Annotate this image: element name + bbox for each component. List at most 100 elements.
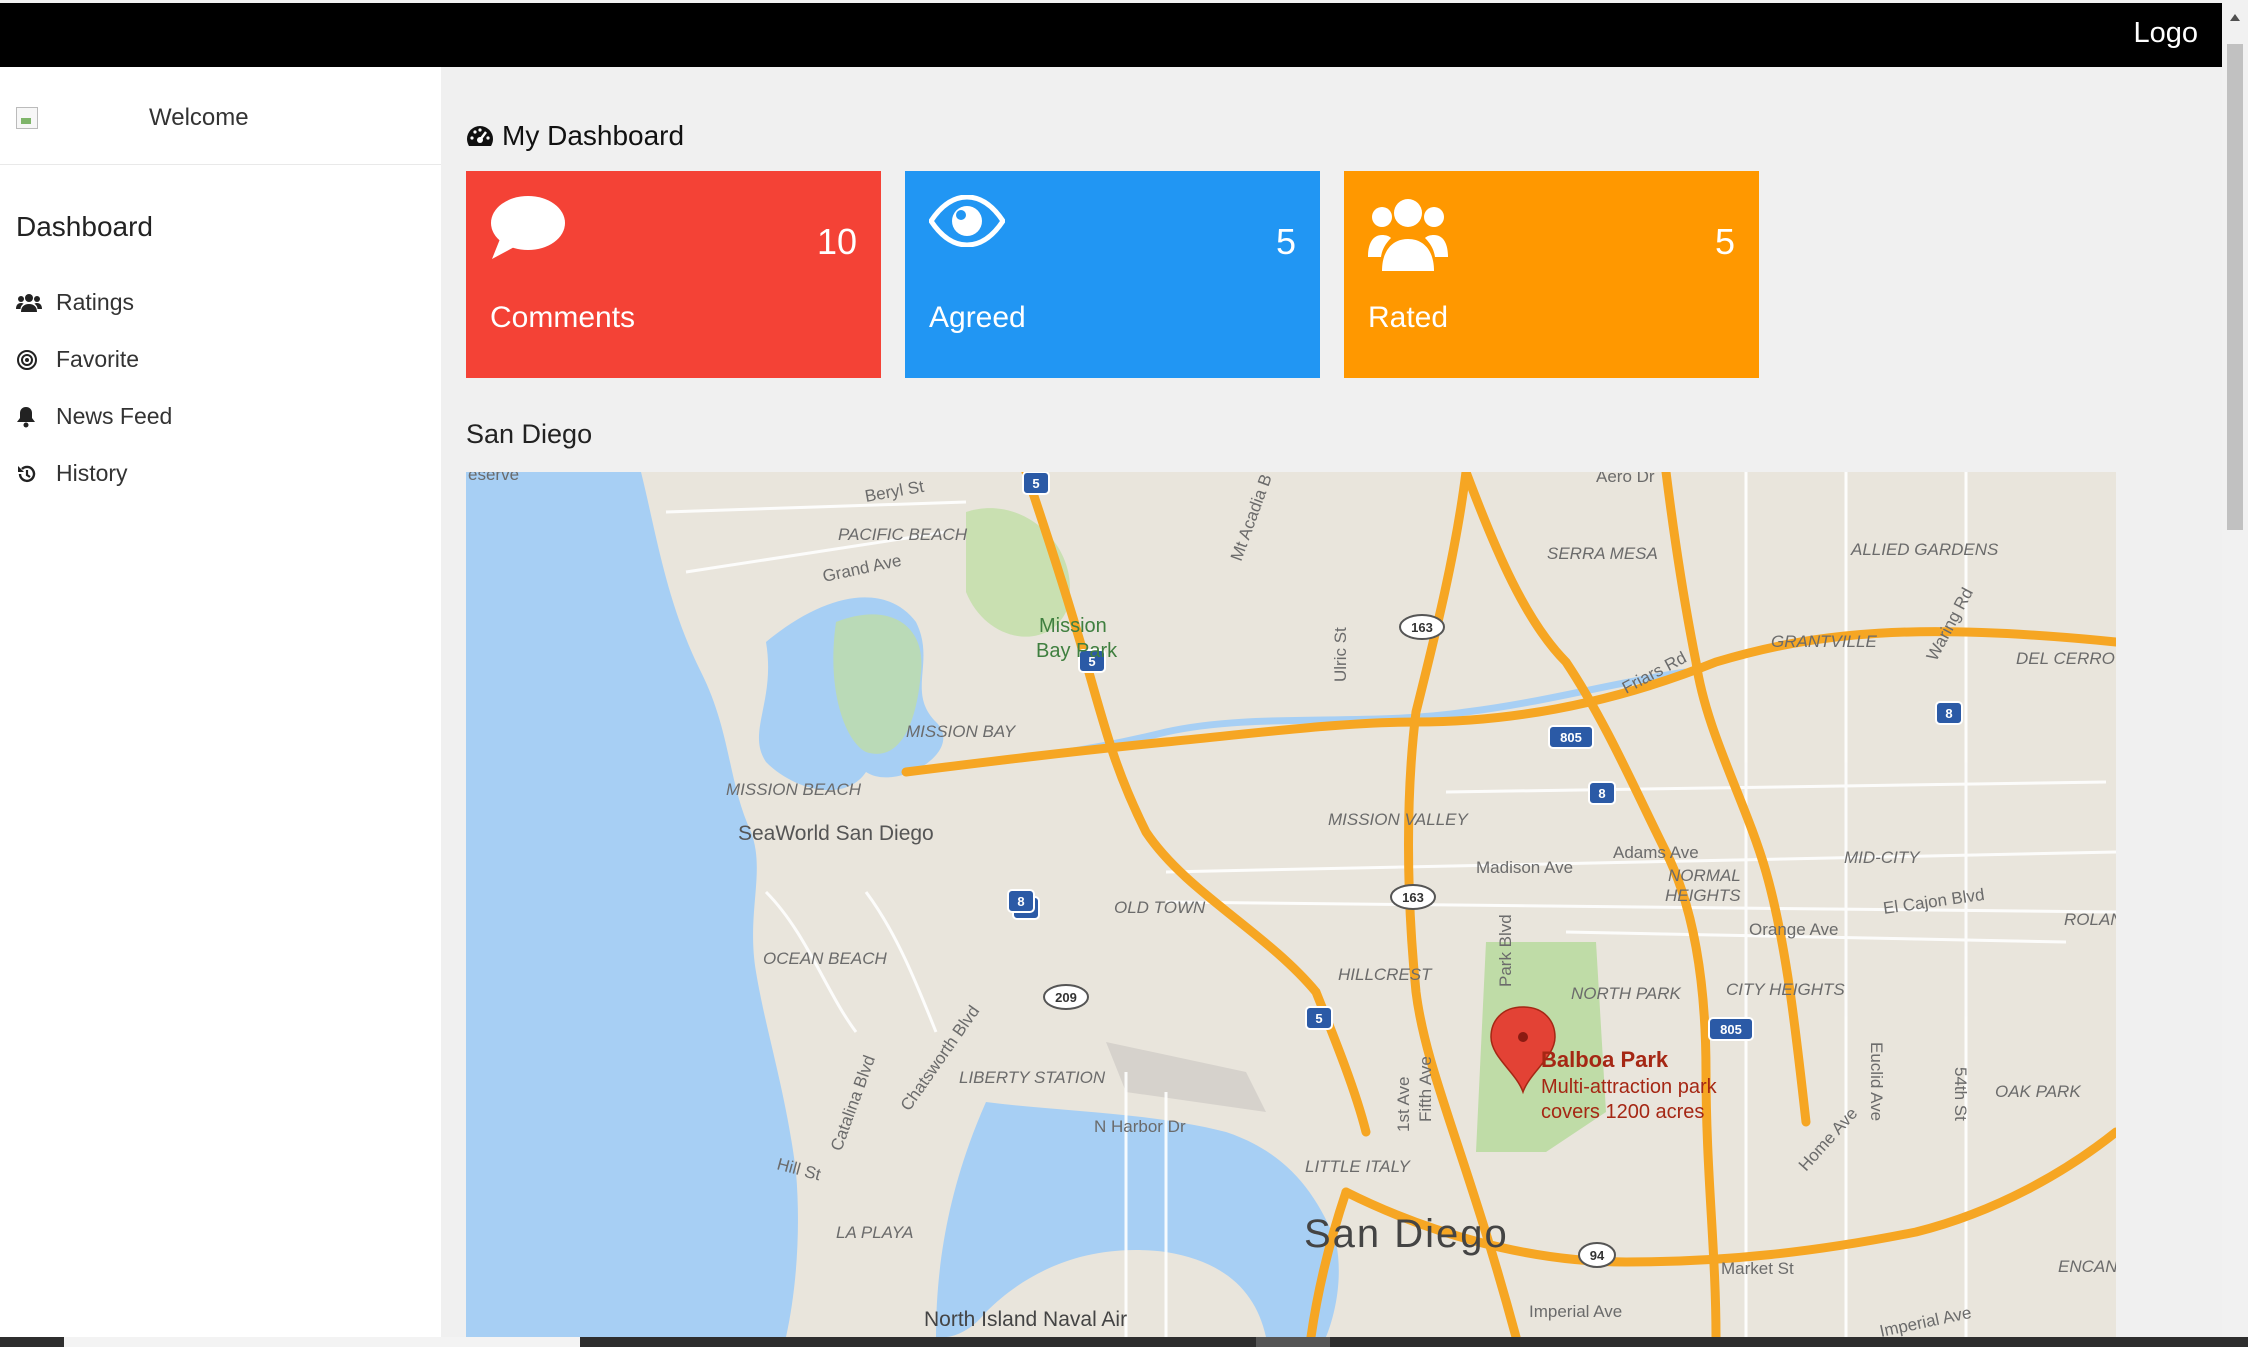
avatar-broken-image-icon xyxy=(16,107,38,129)
map-label: North Island Naval Air xyxy=(924,1308,1127,1331)
agreed-card[interactable]: 5 Agreed xyxy=(905,171,1320,378)
shield-label: 8 xyxy=(1017,894,1024,909)
map-label: GRANTVILLE xyxy=(1771,632,1877,651)
shield-label: 805 xyxy=(1560,730,1582,745)
map-label: Orange Ave xyxy=(1749,920,1838,939)
map-label: Market St xyxy=(1721,1259,1794,1278)
shield-label: 5 xyxy=(1032,476,1039,491)
comments-label: Comments xyxy=(490,301,636,334)
shield-label: 8 xyxy=(1598,786,1605,801)
map-label: ALLIED GARDENS xyxy=(1850,540,1999,559)
agreed-count: 5 xyxy=(1275,221,1296,262)
map-label: Park Blvd xyxy=(1496,914,1515,987)
interstate-shield: 5 xyxy=(1305,1006,1333,1030)
shield-label: 209 xyxy=(1055,990,1077,1005)
map-label: Euclid Ave xyxy=(1867,1042,1886,1121)
target-icon xyxy=(16,349,56,371)
rated-label: Rated xyxy=(1368,301,1449,334)
map-label: ROLAN xyxy=(2064,910,2116,929)
map-label: LITTLE ITALY xyxy=(1305,1157,1412,1176)
state-route-shield: 209 xyxy=(1043,984,1089,1010)
map-label: LIBERTY STATION xyxy=(959,1068,1106,1087)
map-label: Imperial Ave xyxy=(1529,1302,1622,1321)
state-route-shield: 94 xyxy=(1578,1242,1616,1268)
map-label: SERRA MESA xyxy=(1547,544,1658,563)
map-label: Mission xyxy=(1039,615,1107,637)
dashboard-icon xyxy=(466,124,494,148)
sidebar-menu: Ratings Favorite News Feed History xyxy=(16,274,172,502)
vertical-scrollbar[interactable] xyxy=(2222,0,2248,1337)
page-title-text: My Dashboard xyxy=(502,120,685,151)
map-label: OAK PARK xyxy=(1995,1082,2081,1101)
rated-count: 5 xyxy=(1714,221,1735,262)
sidebar: Welcome Dashboard Ratings Favorite News … xyxy=(0,67,441,1337)
eye-icon xyxy=(927,194,1007,252)
bell-icon xyxy=(16,406,56,428)
map-label: Madison Ave xyxy=(1476,858,1573,877)
map-label: MISSION BAY xyxy=(906,722,1017,741)
shield-label: 5 xyxy=(1315,1011,1322,1026)
hscroll-segment xyxy=(1256,1337,1330,1347)
users-icon xyxy=(16,293,56,313)
map-label: MISSION BEACH xyxy=(726,780,862,799)
main-content: My Dashboard 10 Comments 5 Agreed 5 Rate… xyxy=(441,67,2222,1337)
map-label: OCEAN BEACH xyxy=(763,949,887,968)
map-label: HEIGHTS xyxy=(1665,886,1741,905)
shield-label: 163 xyxy=(1402,890,1424,905)
sidebar-item-label: Ratings xyxy=(56,289,134,315)
map-label: HILLCREST xyxy=(1338,965,1433,984)
map-label: San Diego xyxy=(1304,1212,1509,1256)
shield-label: 94 xyxy=(1590,1248,1605,1263)
map-title: San Diego xyxy=(466,419,593,449)
comments-card[interactable]: 10 Comments xyxy=(466,171,881,378)
sidebar-item-label: News Feed xyxy=(56,403,173,429)
map-canvas[interactable]: 5 5 5 5 8 8 xyxy=(466,472,2116,1337)
marker-desc: covers 1200 acres xyxy=(1541,1101,1704,1123)
sidebar-item-label: History xyxy=(56,460,128,486)
sidebar-item-ratings[interactable]: Ratings xyxy=(16,274,172,331)
interstate-shield: 8 xyxy=(1007,889,1035,913)
map-label: OLD TOWN xyxy=(1114,898,1206,917)
scrollbar-thumb[interactable] xyxy=(2227,44,2243,530)
page-title: My Dashboard xyxy=(466,120,684,152)
map-label: DEL CERRO xyxy=(2016,649,2115,668)
sidebar-section-title: Dashboard xyxy=(16,211,153,242)
shield-label: 163 xyxy=(1411,620,1433,635)
marker-title: Balboa Park xyxy=(1541,1047,1669,1072)
rated-card[interactable]: 5 Rated xyxy=(1344,171,1759,378)
sidebar-item-news-feed[interactable]: News Feed xyxy=(16,388,172,445)
map-label: Aero Dr xyxy=(1596,472,1655,486)
map-label: MISSION VALLEY xyxy=(1328,810,1469,829)
map[interactable]: 5 5 5 5 8 8 xyxy=(466,472,2116,1337)
map-label: Ulric St xyxy=(1331,627,1350,682)
interstate-shield: 805 xyxy=(1548,725,1594,749)
hscroll-thumb[interactable] xyxy=(64,1337,580,1347)
comments-count: 10 xyxy=(816,221,857,262)
map-label: Bay Park xyxy=(1036,640,1118,662)
map-label: Fifth Ave xyxy=(1416,1056,1435,1122)
interstate-shield: 8 xyxy=(1935,701,1963,725)
map-label: 1st Ave xyxy=(1394,1077,1413,1132)
map-label: ENCANT xyxy=(2058,1257,2116,1276)
map-label: CITY HEIGHTS xyxy=(1726,980,1845,999)
sidebar-item-history[interactable]: History xyxy=(16,445,172,502)
map-label: LA PLAYA xyxy=(836,1223,914,1242)
welcome-row: Welcome xyxy=(0,67,441,165)
agreed-label: Agreed xyxy=(929,301,1026,334)
map-label: 54th St xyxy=(1951,1067,1970,1121)
map-label: NORMAL xyxy=(1668,866,1741,885)
map-label: SeaWorld San Diego xyxy=(738,822,934,845)
scroll-up-arrow-icon[interactable] xyxy=(2230,14,2240,21)
interstate-shield: 805 xyxy=(1708,1017,1754,1041)
interstate-shield: 8 xyxy=(1588,781,1616,805)
state-route-shield: 163 xyxy=(1390,884,1436,910)
logo[interactable]: Logo xyxy=(2133,17,2198,50)
top-navbar: Logo xyxy=(0,3,2222,67)
users-icon xyxy=(1368,195,1448,276)
comment-icon xyxy=(490,195,566,266)
map-label: N Harbor Dr xyxy=(1094,1117,1186,1136)
sidebar-item-favorite[interactable]: Favorite xyxy=(16,331,172,388)
welcome-text: Welcome xyxy=(149,104,249,131)
history-icon xyxy=(16,463,56,485)
horizontal-scrollbar[interactable] xyxy=(0,1337,2248,1347)
